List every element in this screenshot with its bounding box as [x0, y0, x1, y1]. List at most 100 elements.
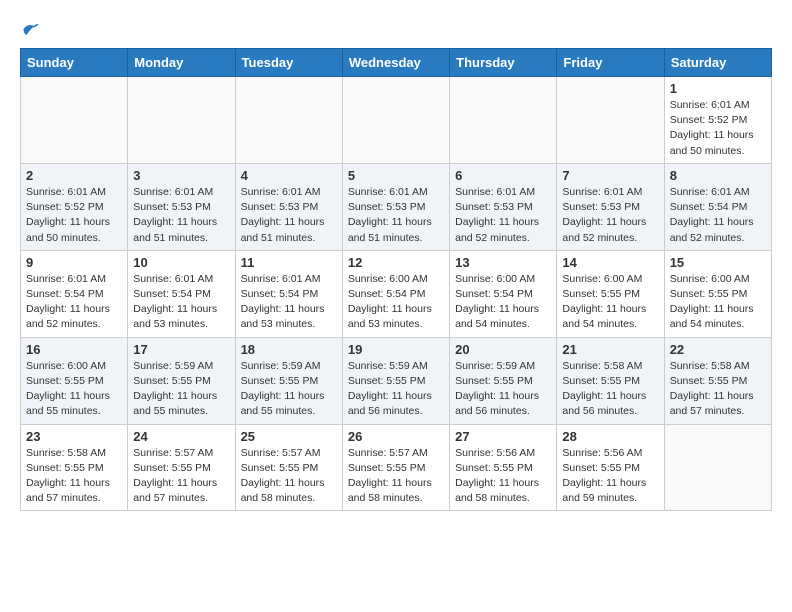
calendar-day-cell — [450, 77, 557, 164]
day-info: Sunrise: 6:01 AMSunset: 5:54 PMDaylight:… — [670, 185, 766, 246]
day-number: 5 — [348, 168, 444, 183]
day-number: 14 — [562, 255, 658, 270]
day-number: 9 — [26, 255, 122, 270]
calendar-day-cell: 4 Sunrise: 6:01 AMSunset: 5:53 PMDaylight… — [235, 163, 342, 250]
calendar-day-cell: 6 Sunrise: 6:01 AMSunset: 5:53 PMDaylight… — [450, 163, 557, 250]
day-info: Sunrise: 5:56 AMSunset: 5:55 PMDaylight:… — [455, 446, 551, 507]
day-number: 27 — [455, 429, 551, 444]
day-number: 6 — [455, 168, 551, 183]
day-info: Sunrise: 5:56 AMSunset: 5:55 PMDaylight:… — [562, 446, 658, 507]
calendar-day-cell: 21 Sunrise: 5:58 AMSunset: 5:55 PMDayligh… — [557, 337, 664, 424]
day-number: 17 — [133, 342, 229, 357]
day-info: Sunrise: 6:01 AMSunset: 5:52 PMDaylight:… — [26, 185, 122, 246]
day-info: Sunrise: 6:01 AMSunset: 5:53 PMDaylight:… — [562, 185, 658, 246]
day-info: Sunrise: 6:01 AMSunset: 5:52 PMDaylight:… — [670, 98, 766, 159]
day-info: Sunrise: 6:01 AMSunset: 5:54 PMDaylight:… — [241, 272, 337, 333]
day-info: Sunrise: 6:01 AMSunset: 5:54 PMDaylight:… — [133, 272, 229, 333]
day-number: 4 — [241, 168, 337, 183]
calendar-day-cell: 19Sunrise: 5:59 AMSunset: 5:55 PMDayligh… — [342, 337, 449, 424]
weekday-header-tuesday: Tuesday — [235, 49, 342, 77]
calendar-table: SundayMondayTuesdayWednesdayThursdayFrid… — [20, 48, 772, 511]
calendar-day-cell — [235, 77, 342, 164]
calendar-day-cell: 9 Sunrise: 6:01 AMSunset: 5:54 PMDaylight… — [21, 250, 128, 337]
page-header — [20, 20, 772, 38]
calendar-week-row: 16 Sunrise: 6:00 AMSunset: 5:55 PMDayligh… — [21, 337, 772, 424]
calendar-day-cell: 12 Sunrise: 6:00 AMSunset: 5:54 PMDayligh… — [342, 250, 449, 337]
calendar-day-cell: 27 Sunrise: 5:56 AMSunset: 5:55 PMDayligh… — [450, 424, 557, 511]
day-number: 20 — [455, 342, 551, 357]
day-number: 21 — [562, 342, 658, 357]
weekday-header-saturday: Saturday — [664, 49, 771, 77]
calendar-day-cell: 24 Sunrise: 5:57 AMSunset: 5:55 PMDayligh… — [128, 424, 235, 511]
day-info: Sunrise: 5:58 AMSunset: 5:55 PMDaylight:… — [562, 359, 658, 420]
calendar-day-cell: 28 Sunrise: 5:56 AMSunset: 5:55 PMDayligh… — [557, 424, 664, 511]
calendar-day-cell: 13 Sunrise: 6:00 AMSunset: 5:54 PMDayligh… — [450, 250, 557, 337]
calendar-day-cell: 2 Sunrise: 6:01 AMSunset: 5:52 PMDaylight… — [21, 163, 128, 250]
day-info: Sunrise: 5:58 AMSunset: 5:55 PMDaylight:… — [26, 446, 122, 507]
calendar-day-cell: 18 Sunrise: 5:59 AMSunset: 5:55 PMDayligh… — [235, 337, 342, 424]
day-number: 23 — [26, 429, 122, 444]
weekday-header-monday: Monday — [128, 49, 235, 77]
calendar-week-row: 2 Sunrise: 6:01 AMSunset: 5:52 PMDaylight… — [21, 163, 772, 250]
day-number: 8 — [670, 168, 766, 183]
day-number: 3 — [133, 168, 229, 183]
day-number: 13 — [455, 255, 551, 270]
day-info: Sunrise: 6:01 AMSunset: 5:53 PMDaylight:… — [455, 185, 551, 246]
weekday-header-sunday: Sunday — [21, 49, 128, 77]
day-info: Sunrise: 5:57 AMSunset: 5:55 PMDaylight:… — [133, 446, 229, 507]
calendar-week-row: 1Sunrise: 6:01 AMSunset: 5:52 PMDaylight… — [21, 77, 772, 164]
day-info: Sunrise: 6:01 AMSunset: 5:54 PMDaylight:… — [26, 272, 122, 333]
calendar-day-cell: 10 Sunrise: 6:01 AMSunset: 5:54 PMDayligh… — [128, 250, 235, 337]
calendar-day-cell: 14Sunrise: 6:00 AMSunset: 5:55 PMDayligh… — [557, 250, 664, 337]
calendar-day-cell: 15Sunrise: 6:00 AMSunset: 5:55 PMDayligh… — [664, 250, 771, 337]
calendar-week-row: 23 Sunrise: 5:58 AMSunset: 5:55 PMDayligh… — [21, 424, 772, 511]
day-info: Sunrise: 6:00 AMSunset: 5:54 PMDaylight:… — [455, 272, 551, 333]
day-number: 12 — [348, 255, 444, 270]
logo-bird-icon — [22, 20, 40, 38]
day-number: 15 — [670, 255, 766, 270]
day-info: Sunrise: 5:57 AMSunset: 5:55 PMDaylight:… — [241, 446, 337, 507]
calendar-day-cell — [21, 77, 128, 164]
day-info: Sunrise: 5:58 AMSunset: 5:55 PMDaylight:… — [670, 359, 766, 420]
calendar-day-cell: 17Sunrise: 5:59 AMSunset: 5:55 PMDayligh… — [128, 337, 235, 424]
calendar-day-cell: 3 Sunrise: 6:01 AMSunset: 5:53 PMDaylight… — [128, 163, 235, 250]
day-number: 11 — [241, 255, 337, 270]
weekday-header-friday: Friday — [557, 49, 664, 77]
calendar-day-cell: 16 Sunrise: 6:00 AMSunset: 5:55 PMDayligh… — [21, 337, 128, 424]
day-info: Sunrise: 5:57 AMSunset: 5:55 PMDaylight:… — [348, 446, 444, 507]
day-number: 18 — [241, 342, 337, 357]
day-number: 10 — [133, 255, 229, 270]
day-number: 16 — [26, 342, 122, 357]
calendar-day-cell — [342, 77, 449, 164]
day-info: Sunrise: 6:00 AMSunset: 5:54 PMDaylight:… — [348, 272, 444, 333]
day-info: Sunrise: 5:59 AMSunset: 5:55 PMDaylight:… — [455, 359, 551, 420]
weekday-header-wednesday: Wednesday — [342, 49, 449, 77]
logo — [20, 20, 40, 38]
day-number: 26 — [348, 429, 444, 444]
day-info: Sunrise: 6:01 AMSunset: 5:53 PMDaylight:… — [348, 185, 444, 246]
day-number: 24 — [133, 429, 229, 444]
day-number: 28 — [562, 429, 658, 444]
day-info: Sunrise: 5:59 AMSunset: 5:55 PMDaylight:… — [241, 359, 337, 420]
calendar-day-cell: 1Sunrise: 6:01 AMSunset: 5:52 PMDaylight… — [664, 77, 771, 164]
calendar-day-cell: 5 Sunrise: 6:01 AMSunset: 5:53 PMDaylight… — [342, 163, 449, 250]
day-number: 25 — [241, 429, 337, 444]
calendar-day-cell: 20 Sunrise: 5:59 AMSunset: 5:55 PMDayligh… — [450, 337, 557, 424]
calendar-week-row: 9 Sunrise: 6:01 AMSunset: 5:54 PMDaylight… — [21, 250, 772, 337]
calendar-day-cell: 23 Sunrise: 5:58 AMSunset: 5:55 PMDayligh… — [21, 424, 128, 511]
day-info: Sunrise: 5:59 AMSunset: 5:55 PMDaylight:… — [348, 359, 444, 420]
calendar-day-cell: 22 Sunrise: 5:58 AMSunset: 5:55 PMDayligh… — [664, 337, 771, 424]
day-number: 22 — [670, 342, 766, 357]
calendar-day-cell: 11 Sunrise: 6:01 AMSunset: 5:54 PMDayligh… — [235, 250, 342, 337]
calendar-day-cell: 8 Sunrise: 6:01 AMSunset: 5:54 PMDaylight… — [664, 163, 771, 250]
weekday-header-thursday: Thursday — [450, 49, 557, 77]
day-info: Sunrise: 6:01 AMSunset: 5:53 PMDaylight:… — [241, 185, 337, 246]
day-info: Sunrise: 6:00 AMSunset: 5:55 PMDaylight:… — [26, 359, 122, 420]
day-info: Sunrise: 6:01 AMSunset: 5:53 PMDaylight:… — [133, 185, 229, 246]
calendar-day-cell — [128, 77, 235, 164]
day-number: 2 — [26, 168, 122, 183]
calendar-day-cell: 25 Sunrise: 5:57 AMSunset: 5:55 PMDayligh… — [235, 424, 342, 511]
weekday-header-row: SundayMondayTuesdayWednesdayThursdayFrid… — [21, 49, 772, 77]
day-number: 7 — [562, 168, 658, 183]
calendar-day-cell — [664, 424, 771, 511]
